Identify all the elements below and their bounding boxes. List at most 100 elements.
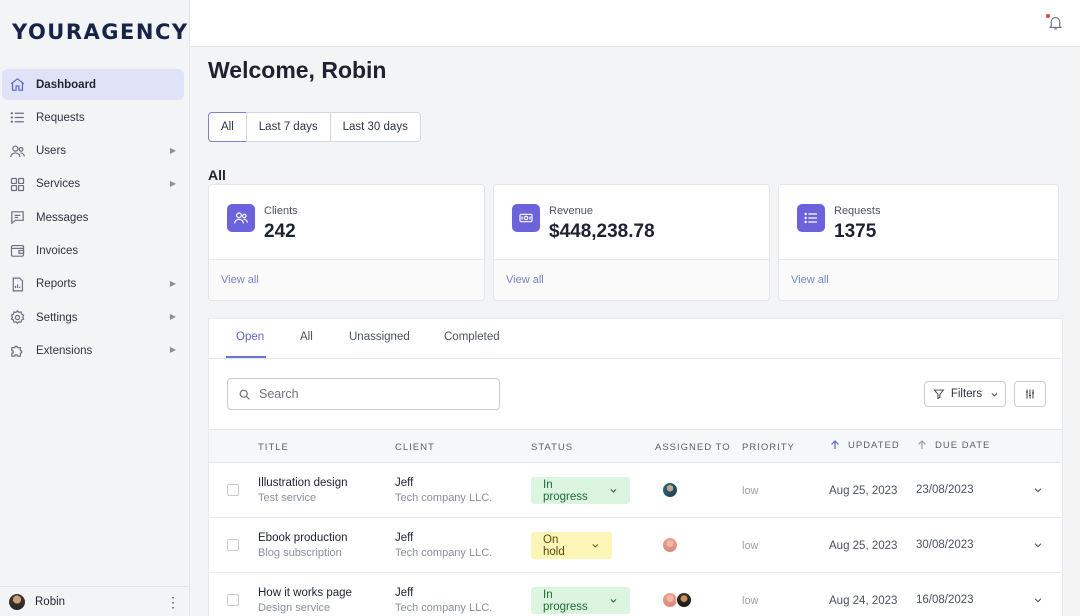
column-header-status[interactable]: STATUS [531,442,573,453]
table-row[interactable]: Illustration design Test service Jeff Te… [209,463,1062,518]
request-title[interactable]: Ebook production [258,532,348,544]
client-name: Jeff [395,532,414,544]
range-30-days-button[interactable]: Last 30 days [329,112,421,142]
table-row[interactable]: How it works page Design service Jeff Te… [209,573,1062,616]
sidebar-item-users[interactable]: Users ▶ [2,136,184,167]
sidebar-item-extensions[interactable]: Extensions ▶ [2,335,184,366]
sidebar-item-label: Users [36,145,67,158]
status-dropdown[interactable]: On hold [531,532,612,559]
avatar [676,592,692,608]
priority: low [742,485,759,497]
sidebar-item-messages[interactable]: Messages [2,202,184,233]
list-icon [9,109,26,126]
updated-date: Aug 24, 2023 [829,595,898,607]
tab-open[interactable]: Open [236,331,264,343]
puzzle-icon [9,342,26,359]
report-icon [9,276,26,293]
request-service: Test service [258,492,317,504]
column-header-title[interactable]: TITLE [258,442,289,453]
request-title[interactable]: Illustration design [258,477,348,489]
user-profile[interactable]: Robin ⋮ [0,586,190,616]
request-service: Design service [258,602,331,614]
search-box[interactable] [227,378,500,410]
home-icon [9,76,26,93]
range-all-button[interactable]: All [208,112,247,142]
submenu-caret-icon: ▶ [169,345,176,355]
sidebar: YOURAGENCY Dashboard Requests Users ▶ Se… [0,0,190,616]
column-header-assigned[interactable]: ASSIGNED TO [655,442,731,453]
column-header-updated[interactable]: UPDATED [829,439,900,451]
priority: low [742,540,759,552]
chevron-down-icon[interactable] [1033,595,1043,605]
filters-button[interactable]: Filters [924,381,1006,407]
status-label: On hold [543,533,565,558]
column-settings-button[interactable] [1014,381,1046,407]
sidebar-item-label: Messages [36,211,89,224]
view-all-link[interactable]: View all [506,274,544,286]
assignees[interactable] [662,592,692,608]
submenu-caret-icon: ▶ [169,178,176,188]
column-header-label: UPDATED [848,439,900,451]
row-checkbox[interactable] [227,484,239,496]
app-logo[interactable]: YOURAGENCY [12,20,189,44]
row-checkbox[interactable] [227,539,239,551]
view-all-link[interactable]: View all [221,274,259,286]
sidebar-item-label: Dashboard [36,78,97,91]
status-dropdown[interactable]: In progress [531,477,630,504]
request-service: Blog subscription [258,547,342,559]
row-checkbox[interactable] [227,594,239,606]
stats-row: Clients 242 View all Revenue $448,238.78… [208,184,1059,301]
stat-footer: View all [494,259,769,300]
sidebar-item-reports[interactable]: Reports ▶ [2,269,184,300]
assignees[interactable] [662,537,678,553]
stat-footer: View all [209,259,484,300]
range-7-days-button[interactable]: Last 7 days [245,112,331,142]
stat-value: $448,238.78 [549,221,655,242]
list-icon [797,204,825,232]
submenu-caret-icon: ▶ [169,145,176,155]
main-content: Welcome, Robin All Last 7 days Last 30 d… [190,47,1080,616]
sort-up-icon [831,440,839,449]
notification-dot [1046,14,1050,18]
column-header-client[interactable]: CLIENT [395,442,435,453]
section-heading: All [208,167,226,183]
tab-unassigned[interactable]: Unassigned [349,331,410,343]
stat-card-clients: Clients 242 View all [208,184,485,301]
sidebar-item-label: Services [36,178,81,191]
sliders-icon [1026,389,1034,399]
status-label: In progress [543,588,588,613]
chevron-down-icon [592,544,599,548]
sidebar-item-dashboard[interactable]: Dashboard [2,69,184,100]
stat-value: 1375 [834,221,877,242]
view-all-link[interactable]: View all [791,274,829,286]
sidebar-item-label: Reports [36,278,77,291]
client-company: Tech company LLC. [395,547,493,559]
stat-label: Revenue [549,205,594,217]
column-header-label: DUE DATE [935,439,991,451]
request-title[interactable]: How it works page [258,587,352,599]
sidebar-item-requests[interactable]: Requests [2,102,184,133]
status-dropdown[interactable]: In progress [531,587,630,614]
active-tab-indicator [226,356,266,358]
search-input[interactable] [259,387,479,401]
sidebar-item-label: Settings [36,311,78,324]
table-row[interactable]: Ebook production Blog subscription Jeff … [209,518,1062,573]
tab-all[interactable]: All [300,331,313,343]
assignees[interactable] [662,482,678,498]
client-company: Tech company LLC. [395,492,493,504]
sidebar-item-settings[interactable]: Settings ▶ [2,302,184,333]
sidebar-item-invoices[interactable]: Invoices [2,235,184,266]
column-header-due-date[interactable]: DUE DATE [916,439,990,451]
users-icon [9,143,26,160]
chevron-down-icon[interactable] [1033,485,1043,495]
sort-up-icon [918,440,926,449]
sidebar-item-services[interactable]: Services ▶ [2,169,184,200]
chevron-down-icon[interactable] [1033,540,1043,550]
tab-completed[interactable]: Completed [444,331,500,343]
date-range-selector: All Last 7 days Last 30 days [208,112,421,142]
client-name: Jeff [395,587,414,599]
column-header-priority[interactable]: PRIORITY [742,442,795,453]
more-vertical-icon[interactable]: ⋮ [166,594,180,611]
stat-value: 242 [264,221,296,242]
top-bar [190,0,1080,47]
